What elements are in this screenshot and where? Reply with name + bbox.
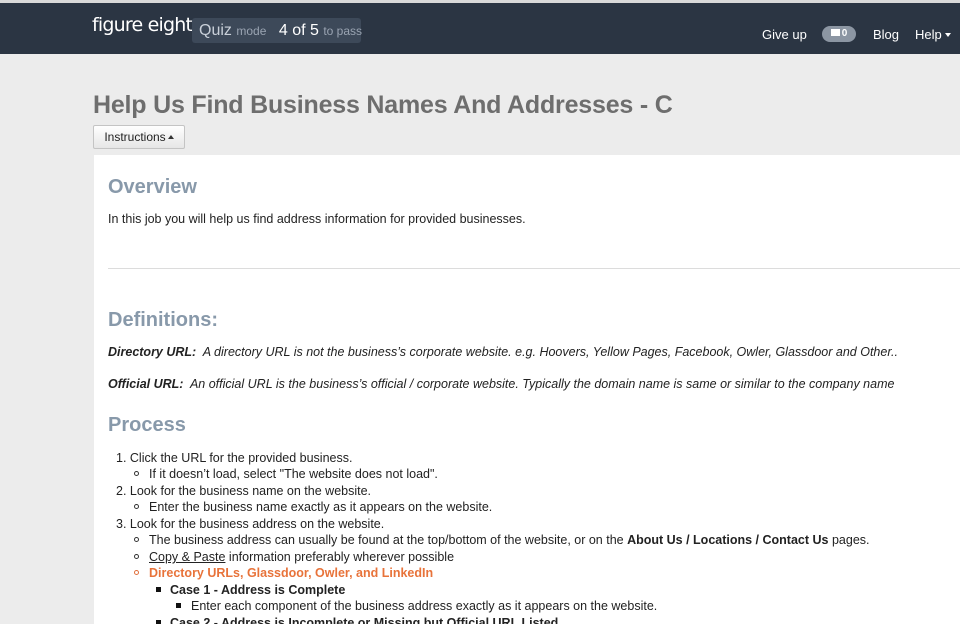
address-location-suffix: pages.	[828, 533, 870, 547]
directory-url-definition: Directory URL: A directory URL is not th…	[108, 344, 898, 360]
list-item: The business address can usually be foun…	[149, 532, 870, 548]
process-heading: Process	[108, 414, 186, 436]
bullet-square	[156, 620, 161, 624]
instructions-button-label: Instructions	[104, 130, 166, 144]
mode-label: mode	[236, 24, 267, 38]
overview-text: In this job you will help us find addres…	[108, 212, 526, 226]
definitions-heading: Definitions:	[108, 309, 218, 331]
copy-paste-text: Copy & Paste	[149, 550, 226, 564]
official-url-text: An official URL is the business’s offici…	[189, 377, 895, 391]
directory-urls-subheading: Directory URLs, Glassdoor, Owler, and Li…	[149, 566, 434, 580]
official-url-definition: Official URL: An official URL is the bus…	[108, 376, 894, 392]
section-divider	[108, 268, 960, 269]
list-item: If it doesn’t load, select "The website …	[149, 467, 438, 481]
help-menu[interactable]: Help	[915, 27, 951, 43]
copy-paste-rest: information preferably wherever possible	[225, 550, 455, 564]
chevron-down-icon	[944, 33, 951, 37]
bullet-circle	[134, 570, 139, 575]
case2-heading: Case 2 - Address is Incomplete or Missin…	[170, 616, 559, 624]
overview-heading: Overview	[108, 176, 197, 198]
list-item: Copy & Paste information preferably wher…	[149, 549, 454, 565]
envelope-icon	[830, 29, 840, 36]
list-item: 2. Look for the business name on the web…	[116, 484, 372, 498]
case1-detail: Enter each component of the business add…	[191, 599, 658, 613]
bullet-square	[176, 603, 181, 608]
quiz-label: Quiz	[199, 22, 232, 39]
bullet-circle	[134, 504, 139, 509]
page-title: Help Us Find Business Names And Addresse…	[93, 91, 673, 119]
list-item: 3. Look for the business address on the …	[116, 517, 385, 531]
chevron-up-icon	[167, 135, 174, 139]
bullet-square	[156, 587, 161, 592]
directory-url-text: A directory URL is not the business’s co…	[202, 345, 898, 359]
about-contact-pages: About Us / Locations / Contact Us	[627, 533, 829, 547]
quiz-progress: 4 of 5	[278, 22, 319, 39]
address-location-text: The business address can usually be foun…	[149, 533, 628, 547]
list-item: 1. Click the URL for the provided busine…	[116, 451, 353, 465]
help-label: Help	[915, 27, 942, 42]
logo[interactable]: figure eight	[92, 12, 193, 38]
blog-link[interactable]: Blog	[873, 27, 899, 43]
instructions-panel: Overview In this job you will help us fi…	[94, 155, 960, 624]
bullet-circle	[134, 471, 139, 476]
official-url-term: Official URL:	[108, 377, 184, 391]
give-up-link[interactable]: Give up	[762, 27, 807, 43]
bullet-circle	[134, 554, 139, 559]
quiz-mode-indicator: Quiz mode 4 of 5 to pass	[192, 18, 363, 43]
messages-count: 0	[841, 28, 848, 39]
case1-heading: Case 1 - Address is Complete	[170, 583, 346, 597]
top-navigation-bar: figure eight Quiz mode 4 of 5 to pass Gi…	[0, 3, 960, 54]
bullet-circle	[134, 537, 139, 542]
list-item: Enter the business name exactly as it ap…	[149, 500, 493, 514]
pass-label: to pass	[323, 24, 363, 38]
directory-url-term: Directory URL:	[108, 345, 197, 359]
messages-badge[interactable]: 0	[822, 26, 856, 42]
instructions-toggle-button[interactable]: Instructions	[93, 125, 185, 149]
